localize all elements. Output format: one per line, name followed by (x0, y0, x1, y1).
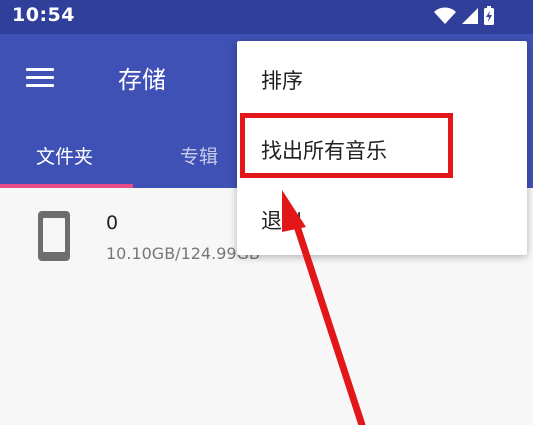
battery-icon (484, 6, 494, 25)
tab-albums[interactable]: 专辑 (180, 142, 218, 169)
status-time: 10:54 (12, 4, 75, 26)
signal-icon (462, 8, 478, 24)
phone-icon (38, 211, 70, 261)
status-bar: 10:54 (0, 0, 533, 34)
status-icons (433, 6, 495, 26)
annotation-highlight-box (240, 113, 453, 178)
menu-item-sort[interactable]: 排序 (261, 65, 303, 95)
hamburger-menu-icon[interactable] (26, 68, 54, 88)
wifi-icon (434, 7, 456, 24)
tab-folders[interactable]: 文件夹 (36, 142, 93, 169)
page-title: 存储 (118, 66, 166, 94)
menu-item-exit[interactable]: 退出 (261, 205, 303, 235)
storage-name: 0 (106, 212, 119, 234)
